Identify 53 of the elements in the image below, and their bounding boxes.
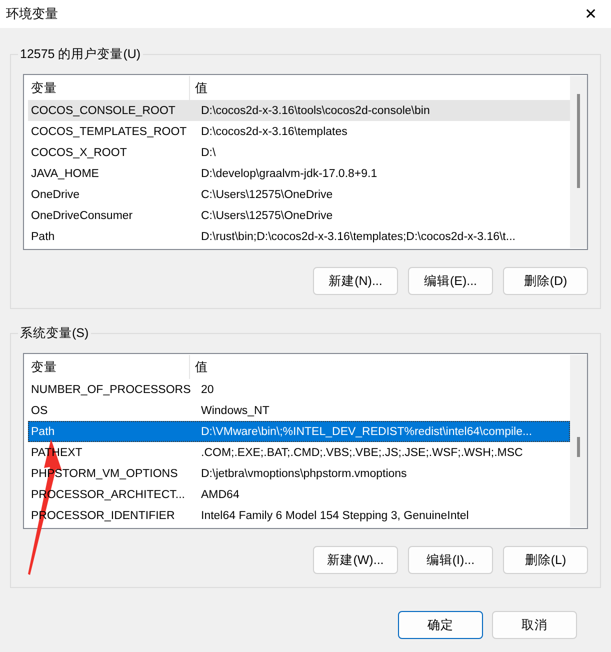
variable-list[interactable] <box>23 74 588 250</box>
dialog-button[interactable]: 删除(L) <box>503 546 588 574</box>
variable-value: D:\develop\graalvm-jdk-17.0.8+9.1 <box>200 168 378 180</box>
list-row[interactable]: OS Windows_NT <box>28 400 570 421</box>
list-row[interactable]: JAVA_HOME D:\develop\graalvm-jdk-17.0.8+9.1 <box>28 163 570 184</box>
column-header[interactable]: 变量 <box>28 355 190 379</box>
dialog-button[interactable]: 删除(D) <box>503 267 588 295</box>
window-title: 环境变量 <box>6 5 58 23</box>
list-row[interactable]: NUMBER_OF_PROCESSORS 20 <box>28 379 570 400</box>
list-row[interactable]: OneDriveConsumer C:\Users\12575\OneDrive <box>28 205 570 226</box>
variable-name: COCOS_X_ROOT <box>30 146 128 158</box>
variable-value: C:\Users\12575\OneDrive <box>200 188 333 200</box>
column-header[interactable]: 值 <box>190 355 208 379</box>
column-header[interactable]: 值 <box>190 76 208 100</box>
variable-list[interactable] <box>23 353 588 529</box>
variable-value: 20 <box>200 384 214 396</box>
variable-name: NUMBER_OF_PROCESSORS <box>30 384 192 396</box>
variable-value: D:\VMware\bin\;%INTEL_DEV_REDIST%redist\intel64\compile... <box>200 426 532 438</box>
list-row[interactable]: Path D:\rust\bin;D:\cocos2d-x-3.16\templates;D:\cocos2d-x-3.16\t... <box>28 226 570 247</box>
variable-name: COCOS_CONSOLE_ROOT <box>30 104 176 116</box>
variable-value: C:\Users\12575\OneDrive <box>200 210 333 222</box>
variable-name: OneDriveConsumer <box>30 210 134 222</box>
variable-value: D:\jetbra\vmoptions\phpstorm.vmoptions <box>200 468 407 480</box>
variable-value: D:\cocos2d-x-3.16\templates <box>200 126 348 138</box>
variable-name: OneDrive <box>30 188 81 200</box>
dialog-button[interactable]: 确定 <box>398 611 483 639</box>
dialog-button[interactable]: 编辑(I)... <box>408 546 493 574</box>
variable-name: Path <box>30 230 56 242</box>
group-title: 12575 的用户变量(U) <box>18 46 143 63</box>
list-row[interactable]: Path D:\VMware\bin\;%INTEL_DEV_REDIST%redist\intel64\compile... <box>28 421 570 442</box>
variable-value: .COM;.EXE;.BAT;.CMD;.VBS;.VBE;.JS;.JSE;.WSF;.WSH;.MSC <box>200 446 523 458</box>
list-row[interactable]: OneDrive C:\Users\12575\OneDrive <box>28 184 570 205</box>
dialog-button[interactable]: 新建(W)... <box>313 546 398 574</box>
variable-value: D:\cocos2d-x-3.16\tools\cocos2d-console\bin <box>200 104 430 116</box>
close-button[interactable]: ✕ <box>571 0 611 28</box>
dialog-button[interactable]: 新建(N)... <box>313 267 398 295</box>
list-row[interactable]: COCOS_TEMPLATES_ROOT D:\cocos2d-x-3.16\templates <box>28 121 570 142</box>
variable-value: Intel64 Family 6 Model 154 Stepping 3, GenuineIntel <box>200 510 469 522</box>
variable-value: D:\ <box>200 146 216 158</box>
list-row[interactable]: COCOS_CONSOLE_ROOT D:\cocos2d-x-3.16\tools\cocos2d-console\bin <box>28 100 570 121</box>
variable-value: D:\rust\bin;D:\cocos2d-x-3.16\templates;D:\cocos2d-x-3.16\t... <box>200 230 516 242</box>
group-title: 系统变量(S) <box>18 325 91 342</box>
dialog-button[interactable]: 编辑(E)... <box>408 267 493 295</box>
variable-name: OS <box>30 404 49 416</box>
variable-name: COCOS_TEMPLATES_ROOT <box>30 126 188 138</box>
variable-value: AMD64 <box>200 488 240 500</box>
scrollbar-thumb[interactable] <box>577 437 580 457</box>
dialog-button[interactable]: 取消 <box>492 611 577 639</box>
variable-value: Windows_NT <box>200 404 270 416</box>
variable-name: JAVA_HOME <box>30 168 100 180</box>
variable-name: Path <box>30 426 56 438</box>
list-row[interactable]: COCOS_X_ROOT D:\ <box>28 142 570 163</box>
scrollbar-thumb[interactable] <box>577 94 580 188</box>
